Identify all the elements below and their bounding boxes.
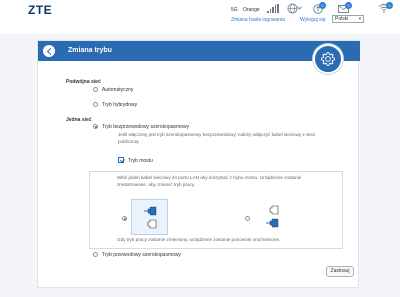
logout-link[interactable]: Wyloguj się (300, 17, 326, 23)
back-button[interactable] (43, 45, 55, 57)
network-type: 5G (231, 7, 238, 13)
wireless-mode-note: Jeśli włączony jest tryb szerokopasmowy … (118, 132, 316, 144)
bridge-restart-note: Gdy tryb pracy zostanie zmieniony, urząd… (117, 237, 281, 242)
radio-automatic[interactable] (93, 87, 98, 92)
option-wired-broadband-label[interactable]: Tryb przewodowy szerokopasmowy (102, 252, 181, 258)
usb-badge: 0 (319, 2, 326, 9)
signal-strength-icon (267, 4, 279, 13)
radio-hybrid[interactable] (93, 102, 98, 107)
chevron-down-icon[interactable] (297, 6, 302, 10)
page-title: Zmiana trybu (68, 47, 112, 54)
bridge-mode-checkbox[interactable] (118, 157, 124, 163)
option-wireless-broadband-label[interactable]: Tryb bezprzewodowy szerokopasmowy (102, 124, 189, 130)
mode-change-card: Zmiana trybu Podwójna sieć Automatyczny … (37, 40, 360, 288)
chevron-down-icon: ▼ (358, 16, 362, 21)
option-hybrid-label[interactable]: Tryb hybrydowy (102, 102, 137, 108)
ethernet-port-diagram-icon (144, 206, 157, 229)
radio-port-option-1[interactable] (122, 216, 127, 221)
header: ZTE 5G Orange 0 0 0 Zmiana hasła logowan… (0, 0, 400, 34)
settings-badge (313, 44, 343, 74)
apply-button[interactable]: Zastosuj (326, 266, 354, 277)
radio-port-option-2[interactable] (245, 216, 250, 221)
gear-icon (321, 52, 335, 66)
bridge-instruction-text: Włóż jeden kabel sieciowy do portu LAN a… (117, 175, 302, 187)
port-option-1[interactable] (131, 199, 168, 235)
radio-wireless-broadband[interactable] (93, 124, 98, 129)
title-bar: Zmiana trybu (38, 41, 360, 61)
operator-name: Orange (243, 7, 260, 13)
change-password-link[interactable]: Zmiana hasła logowania (231, 17, 285, 23)
dual-network-heading: Podwójna sieć (66, 79, 101, 85)
language-select-value: Polski (335, 16, 349, 22)
zte-logo: ZTE (28, 3, 53, 17)
radio-wired-broadband[interactable] (93, 252, 98, 257)
single-network-heading: Jedna sieć (66, 117, 92, 123)
ethernet-port-diagram-icon (266, 205, 279, 228)
port-option-2[interactable] (254, 199, 291, 235)
bridge-mode-label[interactable]: Tryb mostu (128, 158, 153, 164)
mail-badge: 0 (345, 2, 352, 9)
option-automatic-label[interactable]: Automatyczny (102, 87, 133, 93)
wifi-badge: 0 (386, 2, 393, 9)
language-select[interactable]: Polski ▼ (332, 15, 364, 23)
bridge-mode-panel: Włóż jeden kabel sieciowy do portu LAN a… (89, 171, 343, 249)
